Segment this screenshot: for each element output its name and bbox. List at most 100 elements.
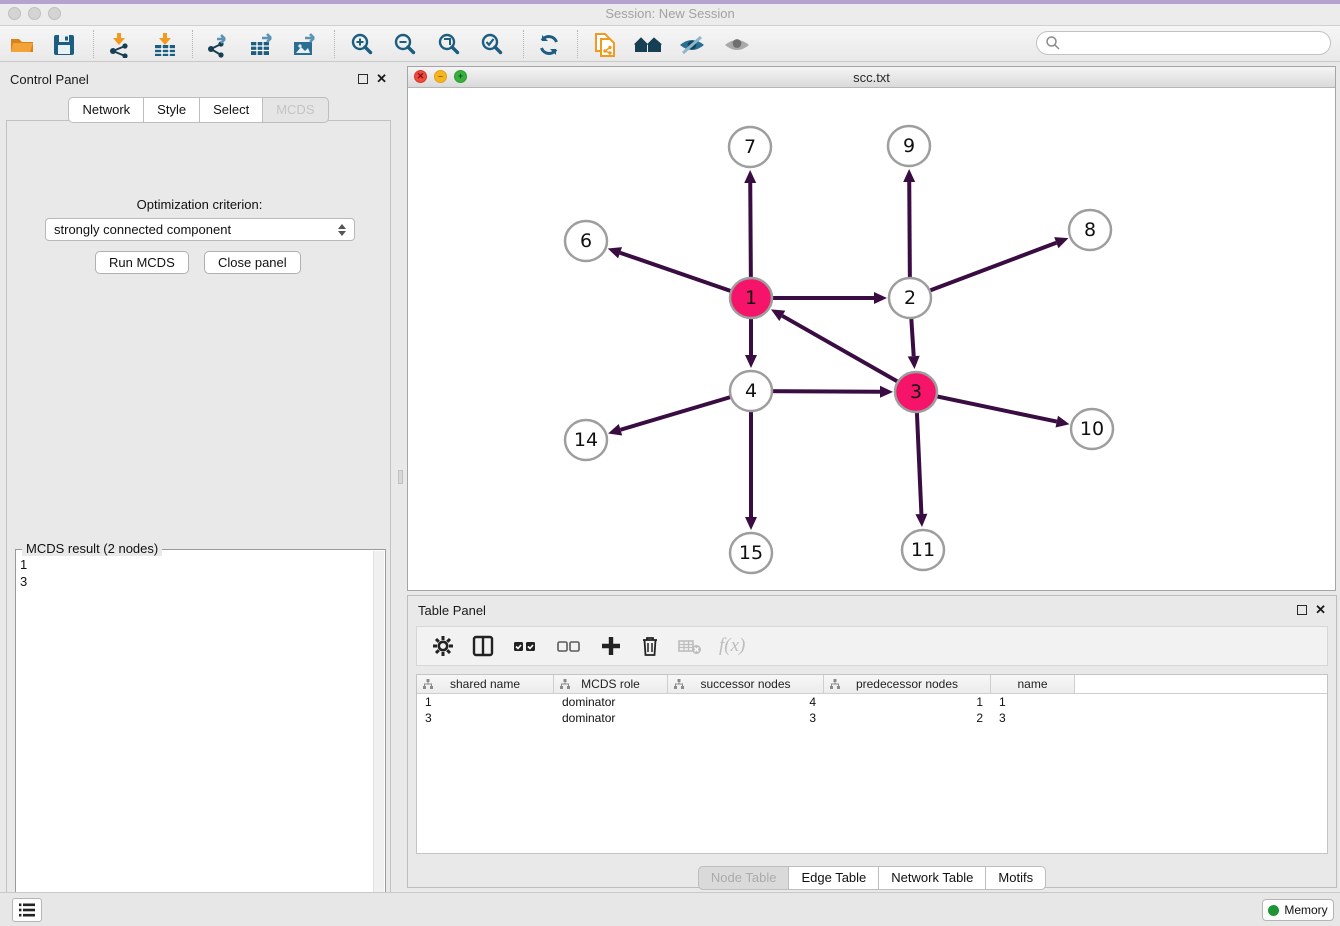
close-panel-icon[interactable]: ✕ — [376, 74, 387, 84]
toolbar-separator — [523, 30, 524, 58]
network-canvas[interactable]: 7 9 6 8 1 2 4 3 14 10 15 11 — [408, 88, 1335, 591]
result-scrollbar[interactable] — [373, 551, 384, 919]
dock-panel-button[interactable] — [12, 898, 42, 922]
memory-status-icon — [1268, 905, 1279, 916]
table-row[interactable]: 3dominator323 — [417, 710, 1327, 726]
graph-node-1[interactable]: 1 — [730, 278, 772, 318]
optimization-criterion-label: Optimization criterion: — [7, 197, 392, 212]
zoom-in-icon[interactable] — [348, 31, 376, 59]
list-icon — [18, 902, 36, 918]
show-all-networks-icon[interactable] — [634, 31, 662, 59]
title-bar: Session: New Session — [0, 0, 1340, 26]
graph-node-11[interactable]: 11 — [902, 530, 944, 570]
mcds-result-values: 1 3 — [20, 556, 27, 590]
tab-network[interactable]: Network — [68, 97, 144, 123]
application-window: Session: New Session — [0, 0, 1340, 926]
close-table-panel-icon[interactable]: ✕ — [1315, 605, 1326, 615]
settings-gear-icon[interactable] — [431, 634, 455, 658]
tab-mcds[interactable]: MCDS — [263, 97, 328, 123]
zoom-selected-icon[interactable] — [478, 31, 506, 59]
network-window-titlebar[interactable]: ✕ – + scc.txt — [408, 67, 1335, 88]
table-toolbar: f(x) — [416, 626, 1328, 666]
refresh-icon[interactable] — [535, 31, 563, 59]
add-column-icon[interactable] — [599, 634, 623, 658]
mcds-result-box: MCDS result (2 nodes) 1 3 — [15, 549, 386, 926]
column-header-MCDS-role[interactable]: MCDS role — [554, 675, 668, 693]
column-header-shared-name[interactable]: shared name — [417, 675, 554, 693]
column-header-successor-nodes[interactable]: successor nodes — [668, 675, 824, 693]
zoom-out-icon[interactable] — [391, 31, 419, 59]
control-panel-tabs: NetworkStyleSelectMCDS — [0, 97, 397, 123]
hide-selected-icon[interactable] — [678, 31, 706, 59]
unselect-all-rows-icon[interactable] — [555, 634, 583, 658]
tab-motifs[interactable]: Motifs — [986, 866, 1046, 890]
network-window-title: scc.txt — [408, 70, 1335, 85]
svg-text:10: 10 — [1080, 418, 1104, 440]
splitter-handle[interactable] — [398, 470, 403, 484]
svg-text:9: 9 — [903, 135, 915, 157]
search-input[interactable] — [1061, 33, 1330, 53]
tab-select[interactable]: Select — [200, 97, 263, 123]
network-view-window: ✕ – + scc.txt 7 9 6 8 1 2 4 3 14 10 15 11 — [407, 66, 1336, 591]
tab-edge-table[interactable]: Edge Table — [789, 866, 879, 890]
svg-text:7: 7 — [744, 136, 756, 158]
save-session-icon[interactable] — [50, 31, 78, 59]
graph-node-6[interactable]: 6 — [565, 221, 607, 261]
node-table[interactable]: shared nameMCDS rolesuccessor nodesprede… — [416, 674, 1328, 854]
import-table-icon[interactable] — [151, 31, 179, 59]
delete-columns-icon[interactable] — [639, 634, 661, 658]
svg-text:15: 15 — [739, 542, 763, 564]
graph-node-4[interactable]: 4 — [730, 371, 772, 411]
show-hidden-icon[interactable] — [723, 31, 751, 59]
table-header-row: shared nameMCDS rolesuccessor nodesprede… — [417, 675, 1327, 694]
select-all-rows-icon[interactable] — [511, 634, 539, 658]
graph-node-8[interactable]: 8 — [1069, 210, 1111, 250]
control-panel-title: Control Panel — [10, 72, 89, 87]
zoom-fit-icon[interactable] — [435, 31, 463, 59]
status-bar: Memory — [0, 892, 1340, 926]
memory-label: Memory — [1284, 903, 1327, 917]
export-network-icon[interactable] — [204, 31, 232, 59]
search-icon — [1045, 35, 1061, 51]
svg-text:2: 2 — [904, 287, 916, 309]
search-box[interactable] — [1036, 31, 1331, 55]
svg-text:1: 1 — [745, 287, 757, 309]
toolbar-separator — [192, 30, 193, 58]
graph-node-7[interactable]: 7 — [729, 127, 771, 167]
graph-node-9[interactable]: 9 — [888, 126, 930, 166]
table-panel: Table Panel ✕ f(x) shared nameMCDS roles… — [407, 595, 1337, 888]
column-layout-icon[interactable] — [471, 634, 495, 658]
run-mcds-button[interactable]: Run MCDS — [95, 251, 189, 274]
select-stepper-icon — [338, 224, 346, 236]
graph-node-2[interactable]: 2 — [889, 278, 931, 318]
delete-table-icon[interactable] — [677, 634, 703, 658]
memory-button[interactable]: Memory — [1262, 899, 1334, 921]
close-panel-button[interactable]: Close panel — [204, 251, 301, 274]
export-image-icon[interactable] — [291, 31, 319, 59]
toolbar-separator — [93, 30, 94, 58]
graph-node-3[interactable]: 3 — [895, 372, 937, 412]
open-file-icon[interactable] — [8, 31, 36, 59]
clone-network-icon[interactable] — [591, 31, 619, 59]
float-table-panel-icon[interactable] — [1297, 605, 1307, 615]
graph-node-10[interactable]: 10 — [1071, 409, 1113, 449]
tab-node-table[interactable]: Node Table — [698, 866, 790, 890]
tab-style[interactable]: Style — [144, 97, 200, 123]
main-toolbar — [0, 26, 1340, 62]
import-network-icon[interactable] — [105, 31, 133, 59]
tab-network-table[interactable]: Network Table — [879, 866, 986, 890]
float-panel-icon[interactable] — [358, 74, 368, 84]
control-panel: Control Panel ✕ Optimization criterion: … — [0, 62, 397, 888]
criterion-select[interactable]: strongly connected component — [45, 218, 355, 241]
table-row[interactable]: 1dominator411 — [417, 694, 1327, 710]
svg-text:4: 4 — [745, 380, 757, 402]
criterion-value: strongly connected component — [54, 222, 231, 237]
function-builder-icon[interactable]: f(x) — [719, 635, 745, 657]
column-header-predecessor-nodes[interactable]: predecessor nodes — [824, 675, 991, 693]
table-panel-title: Table Panel — [418, 603, 486, 618]
window-accent-strip — [0, 0, 1340, 4]
column-header-name[interactable]: name — [991, 675, 1075, 693]
export-table-icon[interactable] — [248, 31, 276, 59]
graph-node-14[interactable]: 14 — [565, 420, 607, 460]
graph-node-15[interactable]: 15 — [730, 533, 772, 573]
